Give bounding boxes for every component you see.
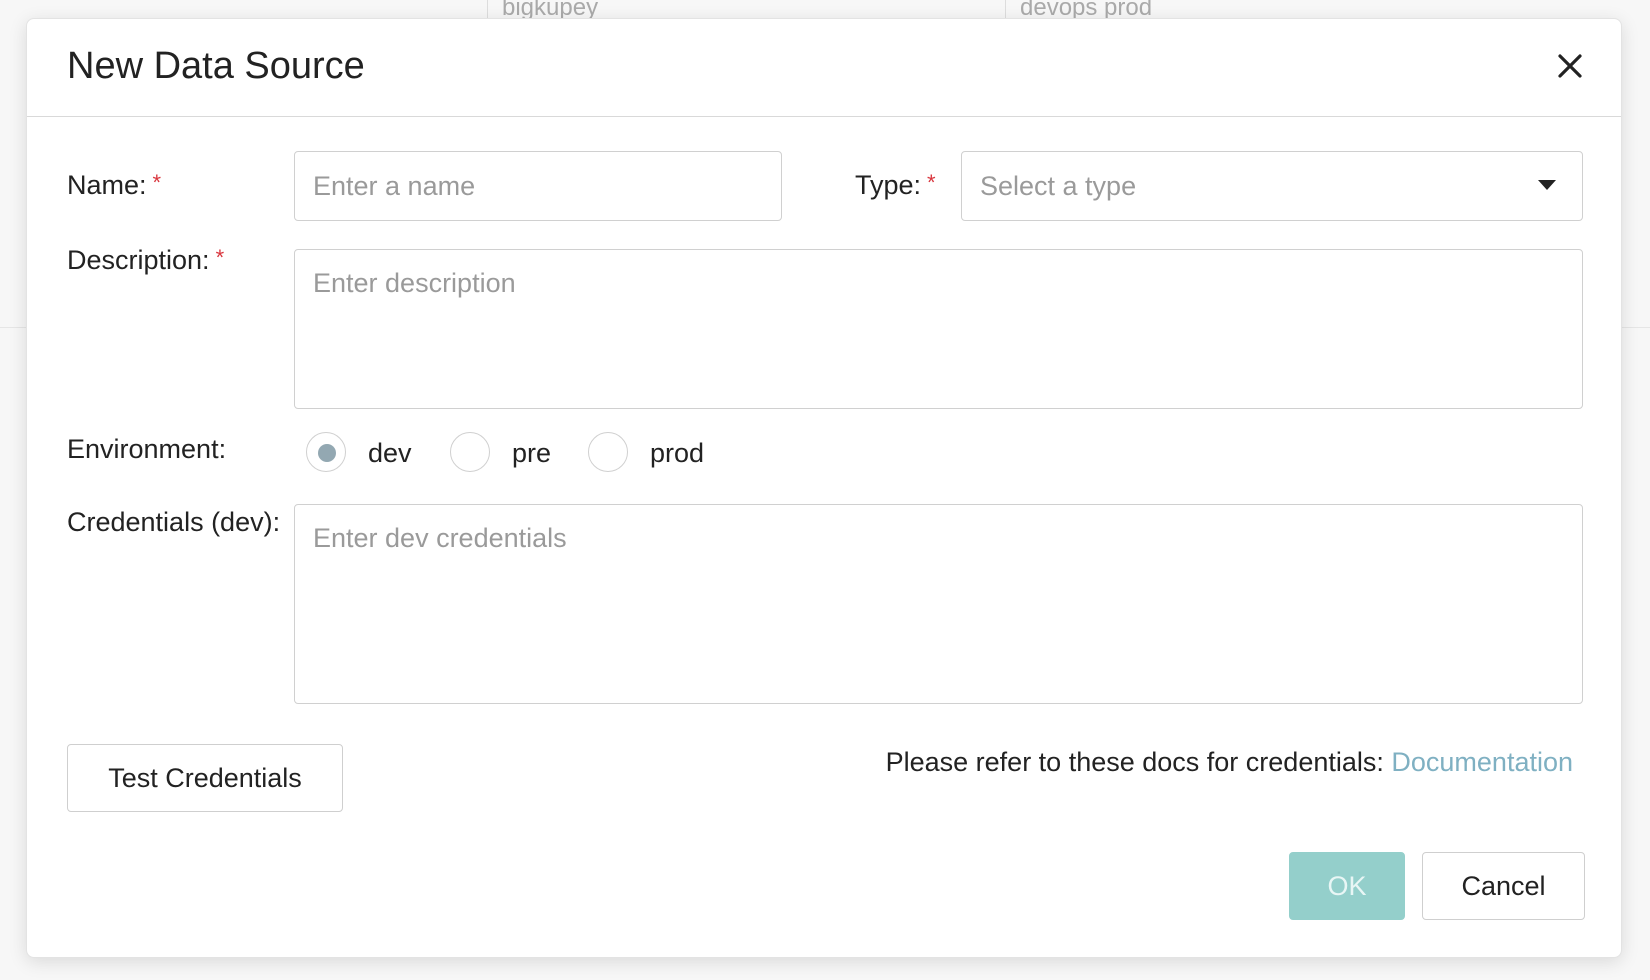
credentials-textarea[interactable] [294,504,1583,704]
required-mark: * [215,245,225,270]
type-select-placeholder: Select a type [980,171,1137,201]
description-label-text: Description: [67,245,210,275]
name-label: Name: * [67,170,161,201]
environment-option-label: prod [650,438,705,468]
ok-button[interactable]: OK [1289,852,1405,920]
new-data-source-dialog: New Data Source Name:* Type:* Select a t… [26,18,1622,958]
cancel-button[interactable]: Cancel [1422,852,1585,920]
type-label-text: Type: [855,170,922,200]
name-label-text: Name: [67,170,147,200]
radio-button[interactable] [306,432,346,472]
background-divider [1005,0,1006,20]
required-mark: * [927,170,936,195]
type-select[interactable]: Select a type [961,151,1583,221]
radio-selected-dot [318,444,336,462]
description-label: Description: * [67,245,224,276]
documentation-link[interactable]: Documentation [1391,747,1573,777]
close-icon [1558,54,1582,78]
docs-hint-text: Please refer to these docs for credentia… [885,747,1384,777]
environment-radio-dev[interactable]: dev [306,432,426,476]
environment-option-label: pre [512,438,552,468]
description-textarea[interactable] [294,249,1583,409]
type-label: Type: * [855,170,936,201]
name-input[interactable] [294,151,782,221]
environment-option-label: dev [368,438,412,468]
required-mark: * [152,170,162,195]
close-button[interactable] [1553,49,1587,83]
caret-down-icon [1538,180,1556,190]
radio-button[interactable] [450,432,490,472]
environment-radio-prod[interactable]: prod [588,432,718,476]
dialog-header: New Data Source [27,19,1621,117]
test-credentials-button[interactable]: Test Credentials [67,744,343,812]
dialog-title: New Data Source [67,45,365,87]
credentials-label: Credentials (dev): [67,507,281,537]
docs-hint: Please refer to these docs for credentia… [886,747,1573,778]
background-divider [487,0,488,20]
environment-radio-pre[interactable]: pre [450,432,560,476]
environment-label: Environment: [67,434,227,464]
radio-button[interactable] [588,432,628,472]
